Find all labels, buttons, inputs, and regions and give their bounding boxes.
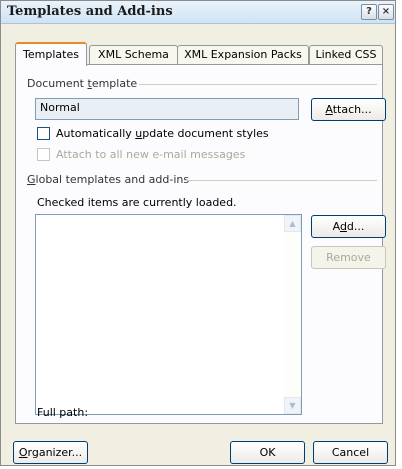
scroll-up-icon[interactable]: ▲ xyxy=(284,215,301,232)
attach-email-checkbox[interactable] xyxy=(37,148,50,161)
global-templates-group-label: Global templates and add-ins xyxy=(27,173,190,186)
title-bar[interactable]: Templates and Add-ins ? × xyxy=(1,1,395,24)
add-button[interactable]: Add... xyxy=(311,215,386,238)
document-template-divider xyxy=(139,84,377,85)
global-templates-divider xyxy=(186,180,377,181)
tab-xml-expansion-packs[interactable]: XML Expansion Packs xyxy=(177,45,309,64)
templates-dialog: Templates and Add-ins ? × Templates XML … xyxy=(0,0,396,466)
help-icon[interactable]: ? xyxy=(361,4,377,20)
dialog-title: Templates and Add-ins xyxy=(7,4,173,19)
document-template-field[interactable]: Normal xyxy=(35,98,299,120)
document-template-group-label: Document template xyxy=(27,77,138,90)
tab-linked-css[interactable]: Linked CSS xyxy=(309,45,383,64)
tab-templates[interactable]: Templates xyxy=(15,42,87,66)
full-path-label: Full path: xyxy=(37,406,89,419)
organizer-button[interactable]: Organizer... xyxy=(13,441,88,464)
listbox-scrollbar[interactable]: ▲ ▼ xyxy=(284,215,301,414)
tab-xml-schema[interactable]: XML Schema xyxy=(89,45,178,64)
ok-button[interactable]: OK xyxy=(230,441,305,464)
addins-listbox[interactable]: ▲ ▼ xyxy=(35,214,302,415)
cancel-button[interactable]: Cancel xyxy=(313,441,388,464)
close-icon[interactable]: × xyxy=(378,4,394,20)
auto-update-checkbox[interactable] xyxy=(37,127,50,140)
auto-update-label: Automatically update document styles xyxy=(56,127,269,140)
attach-button[interactable]: Attach... xyxy=(311,98,386,121)
loaded-note: Checked items are currently loaded. xyxy=(37,196,237,209)
attach-email-label: Attach to all new e-mail messages xyxy=(56,148,246,161)
scroll-down-icon[interactable]: ▼ xyxy=(284,397,301,414)
remove-button[interactable]: Remove xyxy=(311,246,386,269)
